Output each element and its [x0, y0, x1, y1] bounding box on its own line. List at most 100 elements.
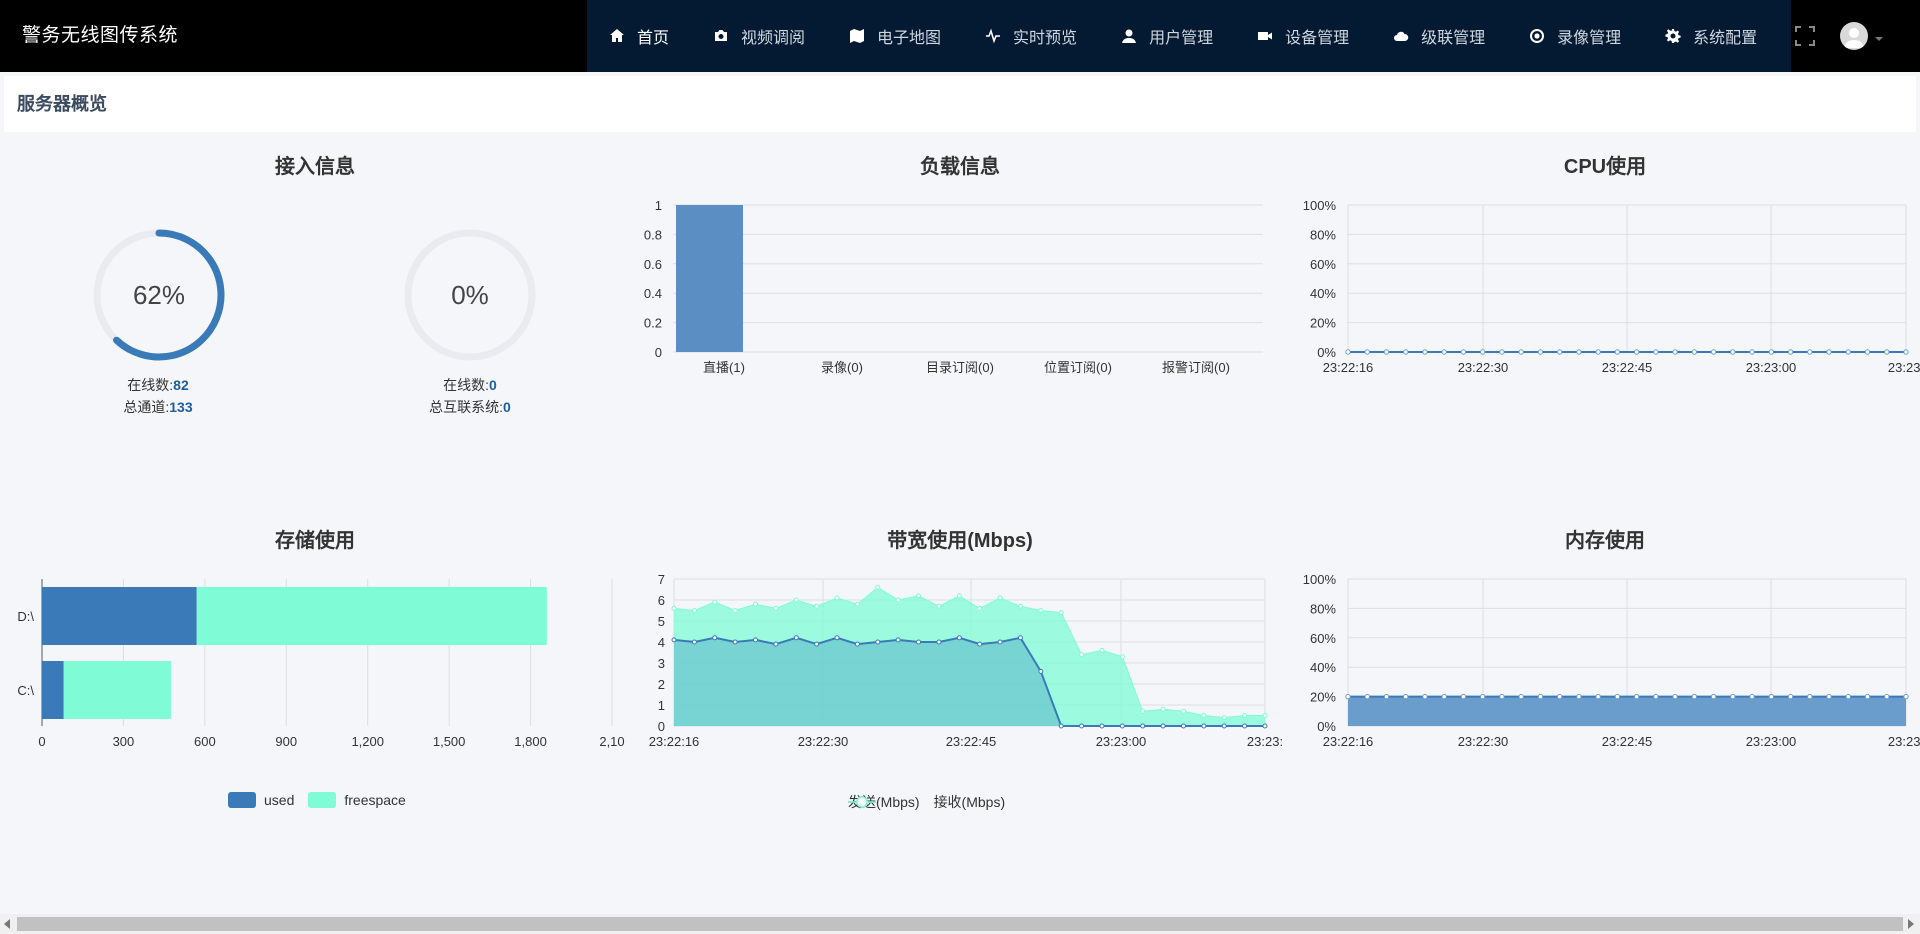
legend-swatch	[228, 792, 256, 808]
user-icon	[1121, 28, 1137, 44]
memory-point-19	[1710, 693, 1717, 700]
bandwidth-panel-title: 带宽使用(Mbps)	[887, 530, 1033, 552]
bw-point-1-19	[1058, 610, 1064, 616]
cpu-point-2	[1383, 349, 1390, 355]
bw-xtick-4: 23:23:	[1247, 734, 1283, 749]
memory-point-29	[1903, 693, 1909, 700]
memory-panel-title: 内存使用	[1565, 530, 1645, 552]
memory-point-11	[1556, 693, 1563, 700]
bw-point-0-12	[916, 639, 922, 645]
chevron-down-icon[interactable]	[1874, 31, 1884, 41]
bw-point-1-2	[712, 599, 718, 605]
legend-item-used[interactable]: used	[228, 792, 294, 808]
map-icon	[849, 28, 865, 44]
cpu-point-10	[1537, 349, 1544, 355]
memory-point-24	[1807, 693, 1813, 700]
nav-item-0[interactable]: 首页	[587, 0, 691, 72]
legend-item-1[interactable]: 接收(Mbps)	[848, 792, 1005, 812]
nav-item-1[interactable]: 视频调阅	[691, 0, 827, 72]
bw-point-0-21	[1099, 723, 1105, 729]
cpu-xtick-4: 23:23:	[1888, 360, 1920, 375]
cpu-point-8	[1499, 349, 1505, 355]
nav-item-3[interactable]: 实时预览	[963, 0, 1099, 72]
nav-item-label: 视频调阅	[741, 30, 806, 47]
storage-xtick-2: 600	[194, 734, 216, 749]
cpu-point-17	[1672, 349, 1678, 355]
nav-item-label: 首页	[637, 30, 670, 47]
cpu-point-5	[1441, 349, 1447, 355]
storage-xtick-7: 2,10	[599, 734, 624, 749]
bw-ytick-2: 2	[658, 677, 665, 692]
load-xtick-0: 直播(1)	[703, 360, 745, 375]
user-avatar[interactable]	[1840, 22, 1868, 50]
cpu-panel: CPU使用 0% 20% 40% 60% 80% 100% 23:22:16 23:22:30…	[1290, 150, 1920, 410]
bw-ytick-1: 1	[658, 698, 665, 713]
bw-xtick-3: 23:23:00	[1096, 734, 1147, 749]
scroll-left-icon[interactable]	[4, 919, 10, 929]
load-panel: 负载信息 0 0.2 0.4 0.6 0.8 1 直播(1) 录像(0) 目录订阅(0) 位置订阅…	[630, 150, 1290, 410]
main-nav: 首页 视频调阅 电子地图 实时预览 用户管理 设备管理 级联管理 录像管理 系统配置	[587, 0, 1791, 72]
bandwidth-legend: 发送(Mbps) 接收(Mbps)	[848, 792, 1019, 812]
bw-point-1-0	[671, 605, 677, 611]
memory-ytick-2: 40%	[1310, 660, 1336, 675]
storage-xtick-3: 900	[275, 734, 297, 749]
page-header: 服务器概览	[4, 76, 1916, 132]
bw-point-1-29	[1262, 713, 1268, 718]
memory-point-20	[1730, 693, 1736, 700]
memory-point-18	[1691, 693, 1698, 700]
cpu-point-24	[1807, 349, 1813, 355]
pulse-icon	[985, 28, 1001, 44]
nav-item-2[interactable]: 电子地图	[827, 0, 963, 72]
cpu-point-23	[1787, 349, 1794, 355]
storage-xtick-0: 0	[38, 734, 45, 749]
access-panel: 接入信息 62% 0% 在线数:82 总通道:133 在线数:0 总互联系统:0	[0, 150, 630, 450]
storage-bar-1-1	[63, 661, 171, 719]
bw-point-1-6	[793, 597, 799, 603]
cpu-point-22	[1768, 349, 1775, 355]
cpu-xtick-3: 23:23:00	[1746, 360, 1797, 375]
bw-ytick-6: 6	[658, 593, 665, 608]
storage-panel-title: 存储使用	[275, 530, 355, 552]
nav-item-4[interactable]: 用户管理	[1099, 0, 1235, 72]
scrollbar-thumb[interactable]	[17, 917, 1903, 931]
cpu-point-21	[1749, 349, 1755, 355]
bw-point-1-14	[956, 593, 962, 599]
memory-xtick-1: 23:22:30	[1458, 734, 1509, 749]
horizontal-scrollbar[interactable]	[0, 914, 1920, 934]
fullscreen-icon[interactable]	[1794, 25, 1816, 47]
bw-point-0-20	[1079, 723, 1085, 729]
nav-item-7[interactable]: 录像管理	[1507, 0, 1643, 72]
memory-point-3	[1403, 693, 1409, 700]
cpu-ytick-2: 40%	[1310, 286, 1336, 301]
storage-legend: used freespace	[228, 792, 420, 808]
load-ytick-5: 1	[655, 198, 662, 213]
memory-point-23	[1787, 693, 1794, 700]
bw-point-1-5	[773, 605, 779, 611]
bandwidth-panel: 带宽使用(Mbps) 0 1 2 3 4 5 6 7 23:22:16 23:22:30 23:22…	[630, 524, 1290, 824]
cpu-point-1	[1364, 349, 1370, 355]
cpu-xtick-2: 23:22:45	[1602, 360, 1653, 375]
camera-icon	[713, 28, 729, 44]
bw-point-0-13	[936, 639, 942, 645]
memory-xtick-4: 23:23:	[1888, 734, 1920, 749]
scroll-right-icon[interactable]	[1908, 919, 1914, 929]
legend-item-freespace[interactable]: freespace	[308, 792, 406, 808]
bw-point-1-20	[1079, 652, 1085, 658]
cpu-point-13	[1595, 349, 1601, 355]
bw-point-1-24	[1160, 706, 1166, 712]
nav-item-8[interactable]: 系统配置	[1643, 0, 1779, 72]
cpu-point-7	[1479, 349, 1486, 355]
nav-item-label: 录像管理	[1557, 30, 1622, 47]
memory-point-12	[1576, 693, 1582, 700]
nav-item-5[interactable]: 设备管理	[1235, 0, 1371, 72]
bw-point-1-15	[977, 605, 983, 611]
nav-item-6[interactable]: 级联管理	[1371, 0, 1507, 72]
bw-point-0-15	[977, 641, 983, 647]
top-right-tools	[1791, 0, 1920, 72]
cpu-point-6	[1460, 349, 1467, 355]
memory-point-14	[1614, 693, 1621, 700]
nav-item-label: 级联管理	[1421, 30, 1486, 47]
memory-point-1	[1364, 693, 1370, 700]
storage-xtick-6: 1,800	[514, 734, 547, 749]
cpu-point-16	[1653, 349, 1659, 355]
